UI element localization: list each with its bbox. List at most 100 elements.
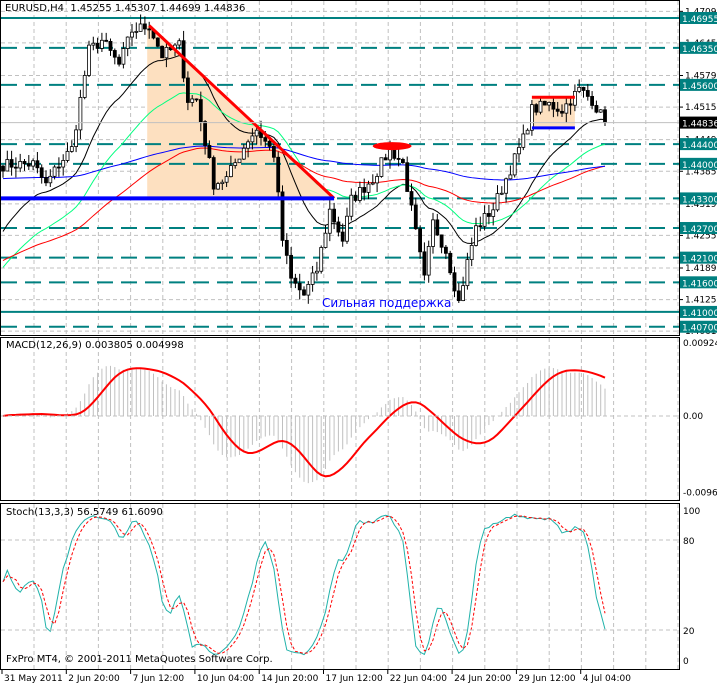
candle-body [246,141,251,149]
candle [237,158,242,164]
time-tick-label: 4 Jul 04:00 [583,674,632,684]
candle-body [499,192,504,195]
candle-body [534,104,539,113]
candle-body [1,165,5,172]
candle-body [220,181,225,185]
macd-panel [0,337,680,501]
candle-body [327,208,332,234]
candle-body [121,48,126,65]
candle-body [474,225,478,246]
candle-body [87,44,91,76]
candle-body [383,157,388,161]
time-tick-label: 7 Jun 12:00 [133,674,185,684]
candle-body [5,159,10,172]
candle-body [504,178,509,194]
candle-body [237,158,242,164]
candle-body [577,86,582,92]
candle-body [542,100,547,106]
time-tick-label: 17 Jun 12:00 [326,674,383,684]
candle-body [323,232,328,248]
macd-tick-label: 0.00 [683,412,703,422]
candle-body [538,100,543,113]
candle-body [491,209,496,217]
current-price-label: 1.44836 [682,120,717,130]
candle-body [443,246,448,254]
candle-body [69,146,74,152]
candle-body [254,129,259,137]
candle-body [160,45,165,59]
candle-body [521,133,526,148]
candle-body [177,40,182,46]
candle-body [366,183,371,193]
candle-body [418,228,423,253]
macd-title: MACD(12,26,9) 0.003805 0.004998 [6,340,184,351]
candle-body [306,284,311,296]
candle-body [190,98,195,103]
candle-body [9,159,14,168]
candle-body [130,31,134,38]
candle-body [400,159,405,164]
candle-body [332,208,337,223]
candle-body [349,194,354,217]
candle-body [35,160,40,169]
candle-body [284,239,289,256]
candle-body [564,103,569,114]
candle-body [78,97,83,131]
candle-body [117,56,121,65]
candle-body [581,86,586,91]
level-label: 1.46350 [682,45,717,55]
candle-body [147,28,152,31]
candle [542,100,547,106]
candle [280,185,285,247]
price-tick-label: 1.45150 [685,103,717,113]
candle-body [250,135,255,143]
price-tick-label: 1.41890 [685,264,717,274]
candle-body [224,176,229,183]
level-label: 1.41000 [682,309,717,319]
level-label: 1.45600 [682,82,717,92]
candle-body [57,166,61,169]
price-tick-label: 1.41250 [685,296,717,306]
candle-body [228,165,233,178]
candle [319,245,324,274]
candle-body [413,204,418,230]
candle-body [26,163,31,167]
candle-body [22,161,27,165]
candle-body [185,77,190,103]
time-tick-label: 31 May 2011 [4,674,63,684]
candle-body [319,247,324,272]
candle-body [194,98,199,101]
candle-body [134,30,139,33]
candle-body [18,161,23,169]
resistance-marker [372,142,412,151]
candle-body [456,290,461,302]
candle-body [362,187,367,193]
candle-body [568,103,573,106]
candle-body [198,99,203,123]
level-label: 1.40700 [682,324,717,334]
candle-body [297,282,302,291]
level-label: 1.44000 [682,161,717,171]
candle-body [112,50,117,58]
candle-body [104,39,109,42]
candle-body [271,146,276,158]
candle [160,45,165,59]
candle-body [293,277,298,284]
candle-body [100,39,104,49]
candle-body [267,140,272,147]
candle-body [478,225,483,228]
candle-body [345,215,349,242]
candle [512,153,517,178]
candle-body [486,213,491,217]
candle-body [357,187,362,201]
level-label: 1.43300 [682,195,717,205]
candle-body [314,270,319,274]
candle-body [508,174,513,180]
time-tick-label: 14 Jun 20:00 [261,674,318,684]
candle-body [241,147,246,160]
stoch-tick-label: 0 [683,657,689,667]
candle-body [594,105,599,113]
candle-body [598,109,603,113]
candle-body [465,259,470,287]
candle-body [207,145,212,158]
